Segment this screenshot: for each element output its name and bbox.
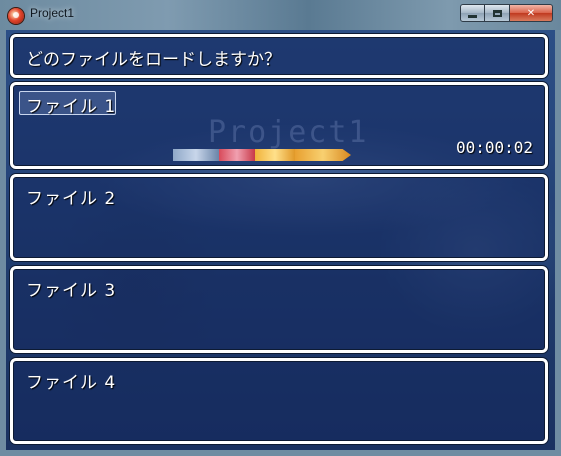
party-sprites bbox=[173, 149, 413, 161]
slot-label: ファイル 1 bbox=[26, 97, 117, 117]
save-slot-3[interactable]: ファイル 3 bbox=[10, 266, 548, 353]
slot-label: ファイル 4 bbox=[26, 373, 117, 393]
slot-label: ファイル 2 bbox=[26, 189, 117, 209]
close-button[interactable]: ✕ bbox=[510, 4, 553, 22]
party-sprite bbox=[219, 149, 255, 161]
party-sprite bbox=[255, 149, 295, 161]
close-icon: ✕ bbox=[526, 7, 536, 19]
window-frame-right bbox=[555, 30, 561, 456]
maximize-icon bbox=[492, 9, 502, 17]
save-slot-2[interactable]: ファイル 2 bbox=[10, 174, 548, 261]
slot-game-title: Project1 bbox=[208, 115, 369, 150]
minimize-button[interactable] bbox=[460, 4, 485, 22]
app-icon bbox=[8, 8, 24, 24]
window-frame-bottom bbox=[0, 450, 561, 456]
party-sprite bbox=[295, 149, 351, 161]
help-text: どのファイルをロードしますか？ bbox=[26, 50, 281, 70]
maximize-button[interactable] bbox=[485, 4, 510, 22]
window-title: Project1 bbox=[30, 6, 75, 20]
save-slot-4[interactable]: ファイル 4 bbox=[10, 358, 548, 444]
playtime: 00:00:02 bbox=[455, 138, 533, 157]
title-bar[interactable]: Project1 ✕ bbox=[0, 0, 561, 30]
party-sprite bbox=[173, 149, 219, 161]
slot-label: ファイル 3 bbox=[26, 281, 117, 301]
window-controls: ✕ bbox=[460, 4, 553, 22]
help-window: どのファイルをロードしますか？ bbox=[10, 34, 548, 78]
save-slot-1[interactable]: ファイル 1 Project1 00:00:02 bbox=[10, 82, 548, 169]
game-canvas: どのファイルをロードしますか？ ファイル 1 Project1 00:00:02… bbox=[6, 30, 555, 450]
minimize-icon bbox=[468, 14, 477, 18]
